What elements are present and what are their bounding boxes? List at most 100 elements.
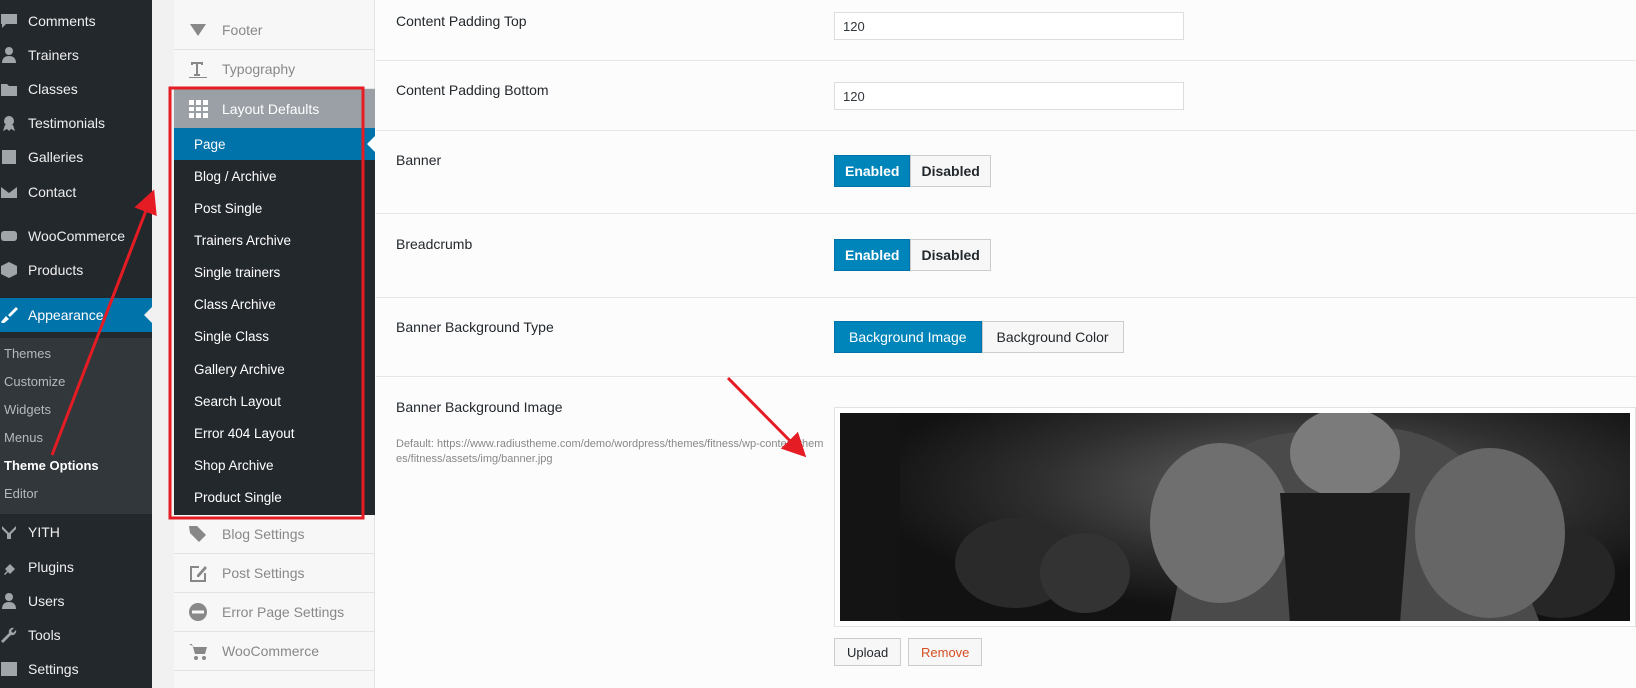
comment-icon — [0, 13, 18, 29]
row-banner: Banner Enabled Disabled — [376, 131, 1636, 214]
banner-disabled-button[interactable]: Disabled — [910, 155, 991, 187]
breadcrumb-enabled-button[interactable]: Enabled — [834, 239, 911, 271]
subsection-trainers-archive[interactable]: Trainers Archive — [174, 224, 375, 256]
row-banner-bg-type: Banner Background Type Background Image … — [376, 298, 1636, 377]
menu-label: Galleries — [28, 149, 84, 165]
menu-label: Comments — [28, 13, 96, 29]
subsection-shop-archive[interactable]: Shop Archive — [174, 449, 375, 481]
row-padding-bottom: Content Padding Bottom — [376, 61, 1636, 131]
options-content: Content Padding Top Content Padding Bott… — [376, 0, 1636, 688]
field-label: Breadcrumb — [396, 236, 473, 252]
menu-label: Appearance — [28, 307, 104, 323]
menu-appearance[interactable]: Appearance — [0, 298, 152, 332]
theme-options-sidebar: Footer Typography Layout Defaults Page B… — [174, 0, 375, 688]
layout-defaults-submenu: Page Blog / Archive Post Single Trainers… — [174, 128, 375, 515]
banner-photo — [840, 413, 1630, 621]
row-breadcrumb: Breadcrumb Enabled Disabled — [376, 214, 1636, 298]
field-label: Banner — [396, 152, 442, 168]
menu-trainers[interactable]: Trainers — [0, 38, 152, 72]
remove-button[interactable]: Remove — [908, 638, 983, 666]
breadcrumb-toggle: Enabled Disabled — [834, 239, 991, 271]
submenu-theme-options[interactable]: Theme Options — [4, 458, 99, 473]
menu-label: Users — [28, 593, 65, 609]
users-icon — [0, 593, 18, 609]
mail-icon — [0, 184, 18, 200]
menu-tools[interactable]: Tools — [0, 618, 152, 652]
field-label: Content Padding Bottom — [396, 82, 549, 98]
section-label: Blog Settings — [222, 526, 305, 542]
appearance-submenu: Themes Customize Widgets Menus Theme Opt… — [0, 338, 152, 514]
subsection-single-class[interactable]: Single Class — [174, 320, 375, 352]
brush-icon — [0, 307, 18, 324]
subsection-search-layout[interactable]: Search Layout — [174, 385, 375, 417]
menu-contact[interactable]: Contact — [0, 175, 152, 209]
menu-label: Testimonials — [28, 115, 106, 131]
subsection-class-archive[interactable]: Class Archive — [174, 288, 375, 320]
submenu-menus[interactable]: Menus — [4, 430, 43, 445]
submenu-widgets[interactable]: Widgets — [4, 402, 51, 417]
menu-woocommerce[interactable]: WooCommerce — [0, 219, 152, 253]
section-error-page-settings[interactable]: Error Page Settings — [174, 593, 375, 632]
upload-button[interactable]: Upload — [834, 638, 902, 666]
menu-products[interactable]: Products — [0, 253, 152, 287]
woo-icon — [0, 228, 18, 244]
subsection-blog-archive[interactable]: Blog / Archive — [174, 160, 375, 192]
menu-classes[interactable]: Classes — [0, 72, 152, 106]
menu-label: YITH — [28, 524, 60, 540]
menu-settings[interactable]: Settings — [0, 652, 152, 686]
user-icon — [0, 47, 18, 63]
folder-icon — [0, 81, 18, 97]
menu-label: Trainers — [28, 47, 79, 63]
subsection-gallery-archive[interactable]: Gallery Archive — [174, 353, 375, 385]
banner-image-preview — [834, 407, 1636, 627]
section-footer[interactable]: Footer — [174, 11, 375, 50]
subsection-error-404-layout[interactable]: Error 404 Layout — [174, 417, 375, 449]
menu-users[interactable]: Users — [0, 584, 152, 618]
subsection-product-single[interactable]: Product Single — [174, 481, 375, 513]
menu-plugins[interactable]: Plugins — [0, 550, 152, 584]
banner-toggle: Enabled Disabled — [834, 155, 991, 187]
menu-label: Plugins — [28, 559, 74, 575]
subsection-single-trainers[interactable]: Single trainers — [174, 256, 375, 288]
submenu-customize[interactable]: Customize — [4, 374, 65, 389]
padding-top-input[interactable] — [834, 12, 1184, 40]
gallery-icon — [0, 149, 18, 165]
bg-image-button[interactable]: Background Image — [834, 321, 982, 353]
subsection-post-single[interactable]: Post Single — [174, 192, 375, 224]
section-woocommerce[interactable]: WooCommerce — [174, 632, 375, 671]
wp-admin-menu: Comments Trainers Classes Testimonials G… — [0, 0, 152, 688]
default-url-description: Default: https://www.radiustheme.com/dem… — [396, 438, 824, 465]
menu-comments[interactable]: Comments — [0, 4, 152, 38]
yith-icon — [0, 524, 18, 540]
minus-circle-icon — [188, 603, 208, 621]
menu-label: Classes — [28, 81, 78, 97]
triangle-down-icon — [188, 21, 208, 39]
cart-icon — [188, 642, 208, 660]
breadcrumb-disabled-button[interactable]: Disabled — [910, 239, 991, 271]
field-label: Banner Background Type — [396, 319, 554, 335]
section-label: Layout Defaults — [222, 100, 320, 117]
bg-color-button[interactable]: Background Color — [981, 321, 1124, 353]
field-label: Content Padding Top — [396, 13, 527, 29]
section-label: WooCommerce — [222, 643, 319, 659]
section-blog-settings[interactable]: Blog Settings — [174, 515, 375, 554]
menu-label: Settings — [28, 661, 79, 677]
menu-yith[interactable]: YITH — [0, 515, 152, 549]
submenu-editor[interactable]: Editor — [4, 486, 38, 501]
section-post-settings[interactable]: Post Settings — [174, 554, 375, 593]
menu-testimonials[interactable]: Testimonials — [0, 106, 152, 140]
section-label: Error Page Settings — [222, 604, 345, 620]
box-icon — [0, 262, 18, 278]
subsection-page[interactable]: Page — [174, 128, 375, 160]
section-typography[interactable]: Typography — [174, 50, 375, 89]
banner-bg-type-toggle: Background Image Background Color — [834, 321, 1124, 353]
padding-bottom-input[interactable] — [834, 82, 1184, 110]
banner-enabled-button[interactable]: Enabled — [834, 155, 911, 187]
section-label: Post Settings — [222, 565, 305, 581]
menu-galleries[interactable]: Galleries — [0, 140, 152, 174]
menu-label: Tools — [28, 627, 61, 643]
plugin-icon — [0, 559, 18, 575]
submenu-themes[interactable]: Themes — [4, 346, 51, 361]
section-layout-defaults[interactable]: Layout Defaults — [174, 89, 375, 128]
edit-icon — [188, 564, 208, 582]
